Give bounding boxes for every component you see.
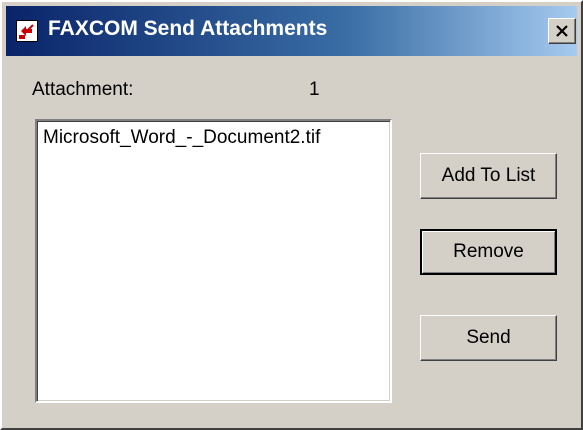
- remove-button[interactable]: Remove: [420, 229, 557, 275]
- title-bar[interactable]: FAXCOM Send Attachments: [6, 6, 577, 56]
- faxcom-send-attachments-dialog: FAXCOM Send Attachments Attachment: 1 Mi…: [0, 0, 583, 430]
- attachment-count: 1: [309, 79, 320, 100]
- add-to-list-button[interactable]: Add To List: [420, 153, 557, 199]
- send-button[interactable]: Send: [420, 315, 557, 361]
- attachment-label: Attachment:: [32, 79, 134, 100]
- window-title: FAXCOM Send Attachments: [48, 17, 328, 40]
- close-button[interactable]: [548, 18, 576, 44]
- close-icon: [556, 25, 568, 37]
- list-item[interactable]: Microsoft_Word_-_Document2.tif: [43, 127, 320, 149]
- faxcom-app-icon: [16, 20, 38, 42]
- attachments-listbox[interactable]: Microsoft_Word_-_Document2.tif: [35, 119, 392, 403]
